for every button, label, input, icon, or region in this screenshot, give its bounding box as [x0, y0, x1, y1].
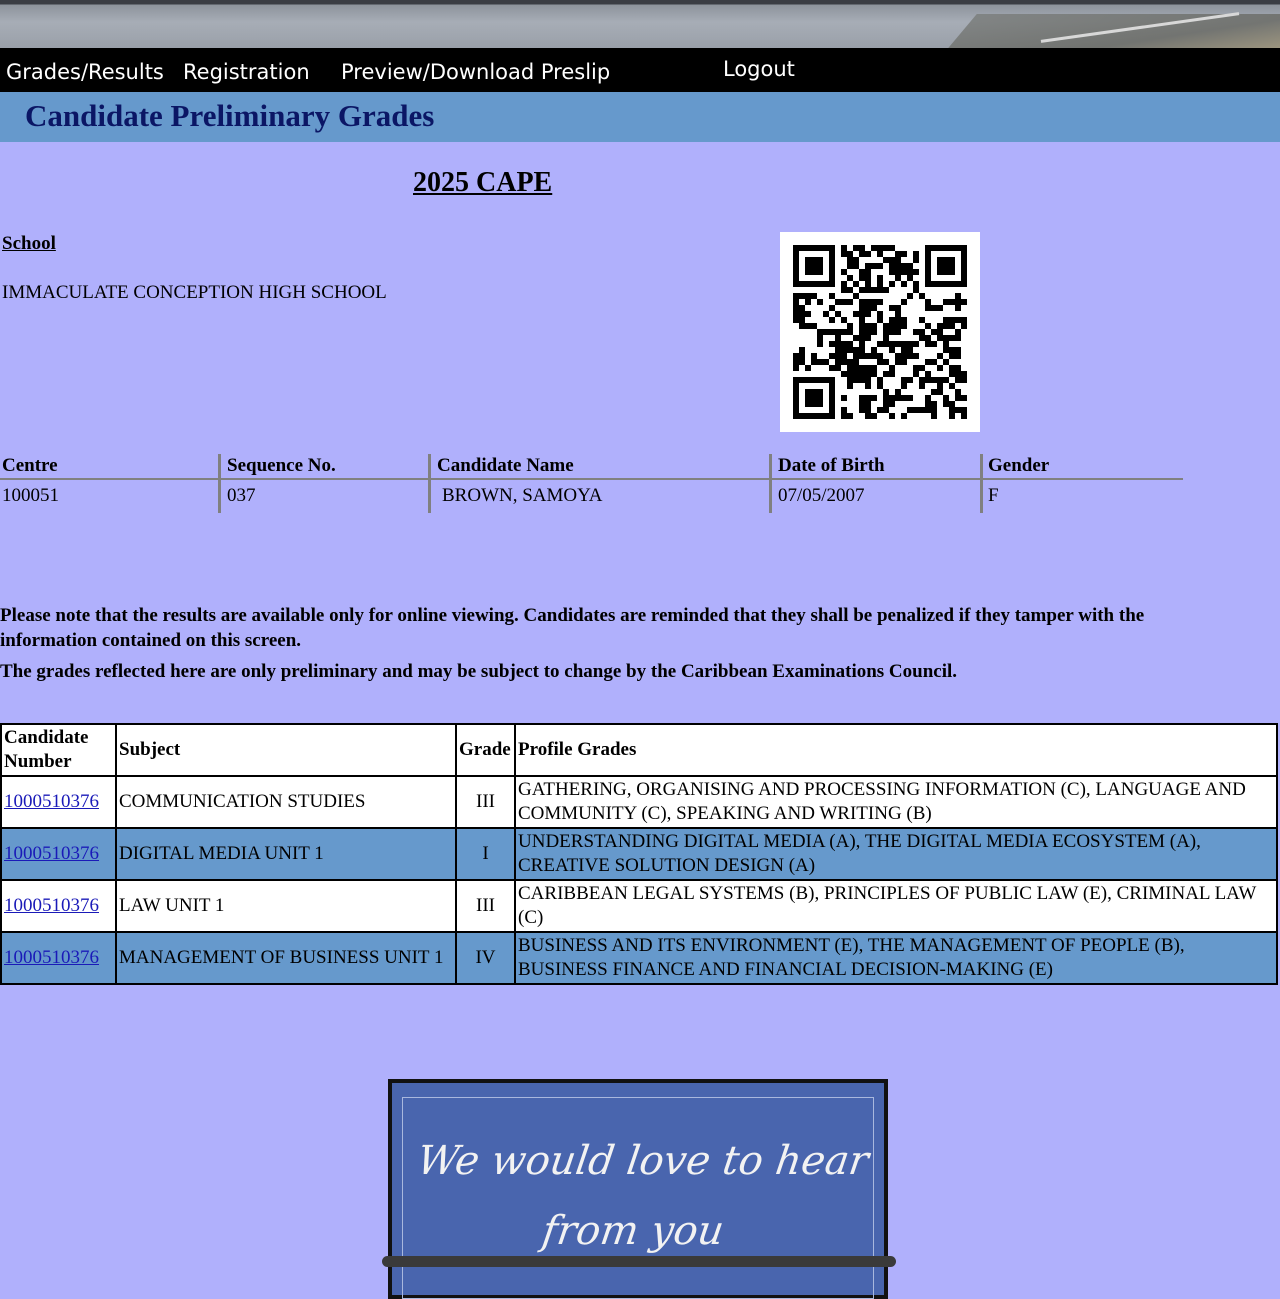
table-row: 1000510376 MANAGEMENT OF BUSINESS UNIT 1… [0, 931, 1278, 985]
title-bar: Candidate Preliminary Grades [0, 92, 1280, 142]
sequence-header: Sequence No. [227, 455, 336, 476]
preliminary-notice: The grades reflected here are only preli… [0, 661, 958, 682]
online-viewing-notice: Please note that the results are availab… [0, 605, 1145, 651]
candidate-number-link[interactable]: 1000510376 [4, 843, 99, 864]
candidate-number-link[interactable]: 1000510376 [4, 947, 99, 968]
subject-header: Subject [115, 723, 457, 777]
profile-grades-cell: UNDERSTANDING DIGITAL MEDIA (A), THE DIG… [514, 827, 1278, 881]
page-title: Candidate Preliminary Grades [25, 98, 435, 133]
exam-heading: 2025 CAPE [413, 167, 553, 198]
subject-cell: DIGITAL MEDIA UNIT 1 [115, 827, 457, 881]
grade-cell: IV [455, 931, 516, 985]
grade-cell: III [455, 775, 516, 829]
school-label: School [2, 233, 56, 254]
header-banner-image [0, 0, 1280, 48]
candidate-number-header: Candidate Number [0, 723, 117, 777]
gender-header: Gender [988, 455, 1050, 476]
profile-grades-cell: BUSINESS AND ITS ENVIRONMENT (E), THE MA… [514, 931, 1278, 985]
nav-logout[interactable]: Logout [723, 48, 795, 92]
feedback-line-1: We would love to hear [414, 1138, 872, 1184]
feedback-text: We would love to hear from you [393, 1126, 883, 1266]
nav-preview-download-preslip[interactable]: Preview/Download Preslip [341, 48, 610, 92]
qr-code-image [793, 245, 967, 419]
candidate-number-cell: 1000510376 [0, 879, 117, 933]
profile-grades-header: Profile Grades [514, 723, 1278, 777]
column-divider [980, 454, 983, 513]
header-divider [0, 478, 1183, 480]
table-header-row: Candidate Number Subject Grade Profile G… [0, 723, 1278, 777]
subject-cell: MANAGEMENT OF BUSINESS UNIT 1 [115, 931, 457, 985]
profile-grades-cell: CARIBBEAN LEGAL SYSTEMS (B), PRINCIPLES … [514, 879, 1278, 933]
centre-header: Centre [2, 455, 58, 476]
grades-table: Candidate Number Subject Grade Profile G… [0, 723, 1278, 985]
sequence-value: 037 [227, 485, 256, 506]
candidate-name-header: Candidate Name [437, 455, 574, 476]
table-row: 1000510376 COMMUNICATION STUDIES III GAT… [0, 775, 1278, 829]
grade-cell: I [455, 827, 516, 881]
top-nav-bar: Grades/Results Registration Preview/Down… [0, 48, 1280, 92]
subject-cell: COMMUNICATION STUDIES [115, 775, 457, 829]
feedback-banner-frame: We would love to hear from you [402, 1097, 874, 1299]
candidate-number-cell: 1000510376 [0, 827, 117, 881]
date-of-birth-header: Date of Birth [778, 455, 885, 476]
candidate-number-cell: 1000510376 [0, 775, 117, 829]
column-divider [218, 454, 221, 513]
gender-value: F [988, 485, 999, 506]
candidate-number-link[interactable]: 1000510376 [4, 791, 99, 812]
column-divider [769, 454, 772, 513]
subject-cell: LAW UNIT 1 [115, 879, 457, 933]
candidate-name-value: BROWN, SAMOYA [442, 485, 603, 506]
candidate-number-cell: 1000510376 [0, 931, 117, 985]
date-of-birth-value: 07/05/2007 [778, 485, 865, 506]
column-divider [428, 454, 431, 513]
feedback-banner-stand [382, 1256, 896, 1267]
grade-cell: III [455, 879, 516, 933]
grade-header: Grade [455, 723, 516, 777]
profile-grades-cell: GATHERING, ORGANISING AND PROCESSING INF… [514, 775, 1278, 829]
school-name: IMMACULATE CONCEPTION HIGH SCHOOL [2, 282, 387, 303]
candidate-number-link[interactable]: 1000510376 [4, 895, 99, 916]
table-row: 1000510376 LAW UNIT 1 III CARIBBEAN LEGA… [0, 879, 1278, 933]
centre-value: 100051 [2, 485, 59, 506]
table-row: 1000510376 DIGITAL MEDIA UNIT 1 I UNDERS… [0, 827, 1278, 881]
nav-registration[interactable]: Registration [183, 48, 310, 92]
nav-grades-results[interactable]: Grades/Results [6, 48, 164, 92]
qr-code [780, 232, 980, 432]
